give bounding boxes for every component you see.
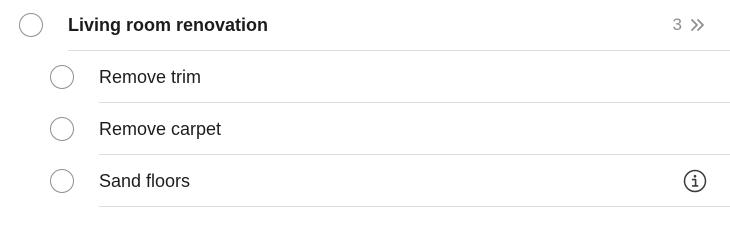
subtask-row[interactable]: Sand floors <box>0 155 730 207</box>
parent-task-row[interactable]: Living room renovation 3 <box>0 0 730 52</box>
row-divider <box>99 206 730 207</box>
subtask-title[interactable]: Sand floors <box>99 156 190 206</box>
subtask-row[interactable]: Remove carpet <box>0 103 730 155</box>
completion-checkbox[interactable] <box>19 13 43 37</box>
completion-checkbox[interactable] <box>50 65 74 89</box>
subtask-row[interactable]: Remove trim <box>0 51 730 103</box>
subtask-title[interactable]: Remove trim <box>99 52 201 102</box>
parent-task-title[interactable]: Living room renovation <box>68 0 268 50</box>
subtask-title[interactable]: Remove carpet <box>99 104 221 154</box>
task-list: Living room renovation 3 Remove trim Rem… <box>0 0 730 227</box>
completion-checkbox[interactable] <box>50 169 74 193</box>
subtask-count-badge: 3 <box>672 15 682 34</box>
completion-checkbox[interactable] <box>50 117 74 141</box>
double-chevron-right-icon[interactable] <box>688 15 708 35</box>
info-icon[interactable] <box>683 169 707 193</box>
